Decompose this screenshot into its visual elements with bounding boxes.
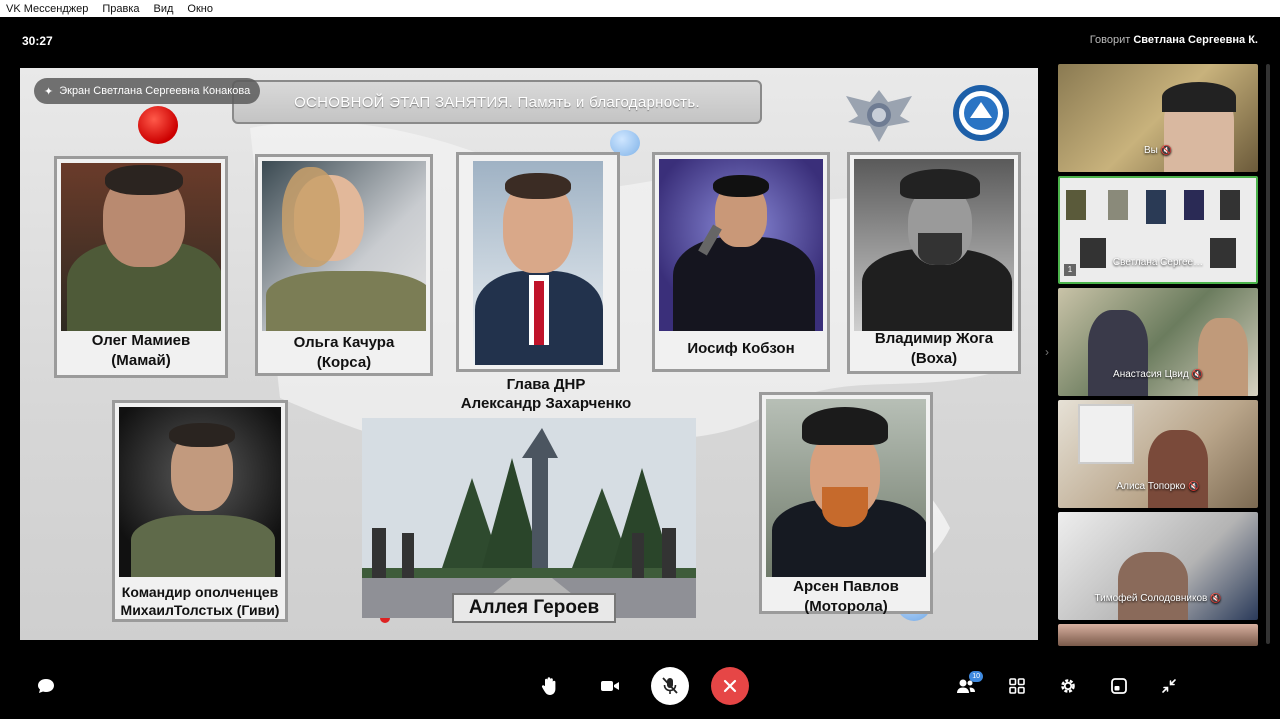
hero-photo (854, 159, 1014, 331)
hero-card: Иосиф Кобзон (652, 152, 830, 372)
participant-name: Анастасия Цвид 🔇 (1113, 369, 1203, 380)
call-timer: 30:27 (22, 34, 53, 48)
microphone-off-icon: 🔇 (1188, 481, 1200, 491)
ministry-emblem-icon (846, 90, 912, 142)
participants-button[interactable]: 10 (947, 667, 985, 705)
speaker-name: Светлана Сергеевна К. (1133, 34, 1258, 46)
microphone-off-icon: 🔇 (1210, 593, 1222, 603)
chevron-right-icon[interactable]: › (1045, 345, 1049, 359)
app-title: VK Мессенджер (6, 2, 89, 15)
call-controls: 10 (0, 650, 1280, 719)
hero-callsign: (Моторола) (804, 598, 888, 615)
grid-view-button[interactable] (998, 667, 1036, 705)
camera-button[interactable] (591, 667, 629, 705)
school-logo-icon (953, 85, 1009, 141)
participant-tile[interactable]: Тимофей Солодовников 🔇 (1058, 512, 1258, 620)
hero-name: Александр Захарченко (460, 395, 632, 412)
settings-icon (1061, 679, 1075, 693)
collapse-icon (1162, 679, 1176, 693)
speaker-prefix: Говорит (1089, 34, 1131, 46)
hero-card: Владимир Жога (Воха) (847, 152, 1021, 374)
participants-sidebar: Вы 🔇 1 Светлана Сергее… Анастасия Цвид 🔇 А… (1058, 64, 1258, 646)
hero-callsign: (Воха) (910, 350, 958, 367)
hero-name: МихаилТолстых (Гиви) (120, 602, 280, 618)
hero-card: Олег Мамиев (Мамай) (54, 156, 228, 378)
hero-photo (262, 161, 426, 331)
participant-tile-screen[interactable]: 1 Светлана Сергее… (1058, 176, 1258, 284)
hero-photo (659, 159, 823, 331)
hero-photo (766, 399, 926, 577)
hero-name: Арсен Павлов (793, 578, 899, 595)
microphone-off-icon: 🔇 (1191, 369, 1203, 379)
participant-name: Вы 🔇 (1143, 145, 1173, 156)
participant-name: Тимофей Солодовников 🔇 (1094, 593, 1222, 604)
hero-callsign: (Мамай) (111, 352, 171, 369)
pinned-screen-badge[interactable]: ✦ Экран Светлана Сергеевна Конакова (34, 78, 261, 104)
picture-in-picture-icon (1111, 678, 1127, 694)
hero-card: Командир ополченцев МихаилТолстых (Гиви) (112, 400, 288, 622)
menu-item-window[interactable]: Окно (181, 3, 221, 15)
hero-photo (119, 407, 281, 577)
sidebar-scrollbar[interactable] (1266, 64, 1270, 644)
alley-label: Аллея Героев (452, 593, 616, 623)
hero-name: Олег Мамиев (91, 332, 191, 349)
alley-of-heroes-photo (362, 418, 696, 618)
pin-icon: ✦ (44, 85, 54, 98)
screen-share[interactable]: ✦ Экран Светлана Сергеевна Конакова ОСНО… (20, 68, 1038, 640)
hero-photo (473, 161, 603, 365)
end-call-button[interactable] (711, 667, 749, 705)
participants-count-badge: 10 (969, 671, 983, 682)
participant-tile[interactable] (1058, 624, 1258, 646)
menu-item-edit[interactable]: Правка (96, 3, 147, 15)
slide-title: ОСНОВНОЙ ЭТАП ЗАНЯТИЯ. Память и благодар… (232, 80, 762, 124)
chat-icon (38, 679, 54, 693)
hero-card: Арсен Павлов (Моторола) (759, 392, 933, 615)
menu-bar: VK Мессенджер Правка Вид Окно (0, 0, 1280, 17)
hero-name: Иосиф Кобзон (687, 340, 795, 357)
grid-icon (1009, 678, 1025, 694)
active-speaker: Говорит Светлана Сергеевна К. (1090, 34, 1258, 46)
picture-in-picture-button[interactable] (1100, 667, 1138, 705)
camera-icon (601, 681, 619, 691)
red-balloon-decoration (138, 106, 178, 144)
participant-name: Алиса Топорко 🔇 (1116, 481, 1200, 492)
microphone-toggle-button[interactable] (651, 667, 689, 705)
raise-hand-button[interactable] (531, 667, 569, 705)
participant-tile[interactable]: Вы 🔇 (1058, 64, 1258, 172)
hero-card: Ольга Качура (Корса) (255, 154, 433, 376)
hero-card (456, 152, 620, 372)
end-call-icon (723, 679, 737, 693)
participant-tile[interactable]: Алиса Топорко 🔇 (1058, 400, 1258, 508)
microphone-off-icon: 🔇 (1160, 145, 1173, 155)
menu-item-view[interactable]: Вид (148, 3, 182, 15)
hero-title: Глава ДНР (506, 376, 586, 393)
microphone-off-icon (662, 677, 678, 694)
hero-name: Владимир Жога (874, 330, 994, 347)
raise-hand-icon (541, 677, 556, 695)
hero-name: Ольга Качура (293, 334, 395, 351)
collapse-button[interactable] (1150, 667, 1188, 705)
hero-caption: Глава ДНР Александр Захарченко (436, 375, 656, 413)
chat-button[interactable] (27, 667, 65, 705)
call-header: 30:27 Говорит Светлана Сергеевна К. (0, 17, 1280, 65)
hero-callsign: (Корса) (316, 354, 372, 371)
participant-name: Светлана Сергее… (1112, 257, 1204, 268)
hero-title: Командир ополченцев (121, 584, 279, 600)
hero-photo (61, 163, 221, 331)
settings-button[interactable] (1049, 667, 1087, 705)
pin-label: Экран Светлана Сергеевна Конакова (59, 85, 251, 97)
participant-tile[interactable]: Анастасия Цвид 🔇 (1058, 288, 1258, 396)
